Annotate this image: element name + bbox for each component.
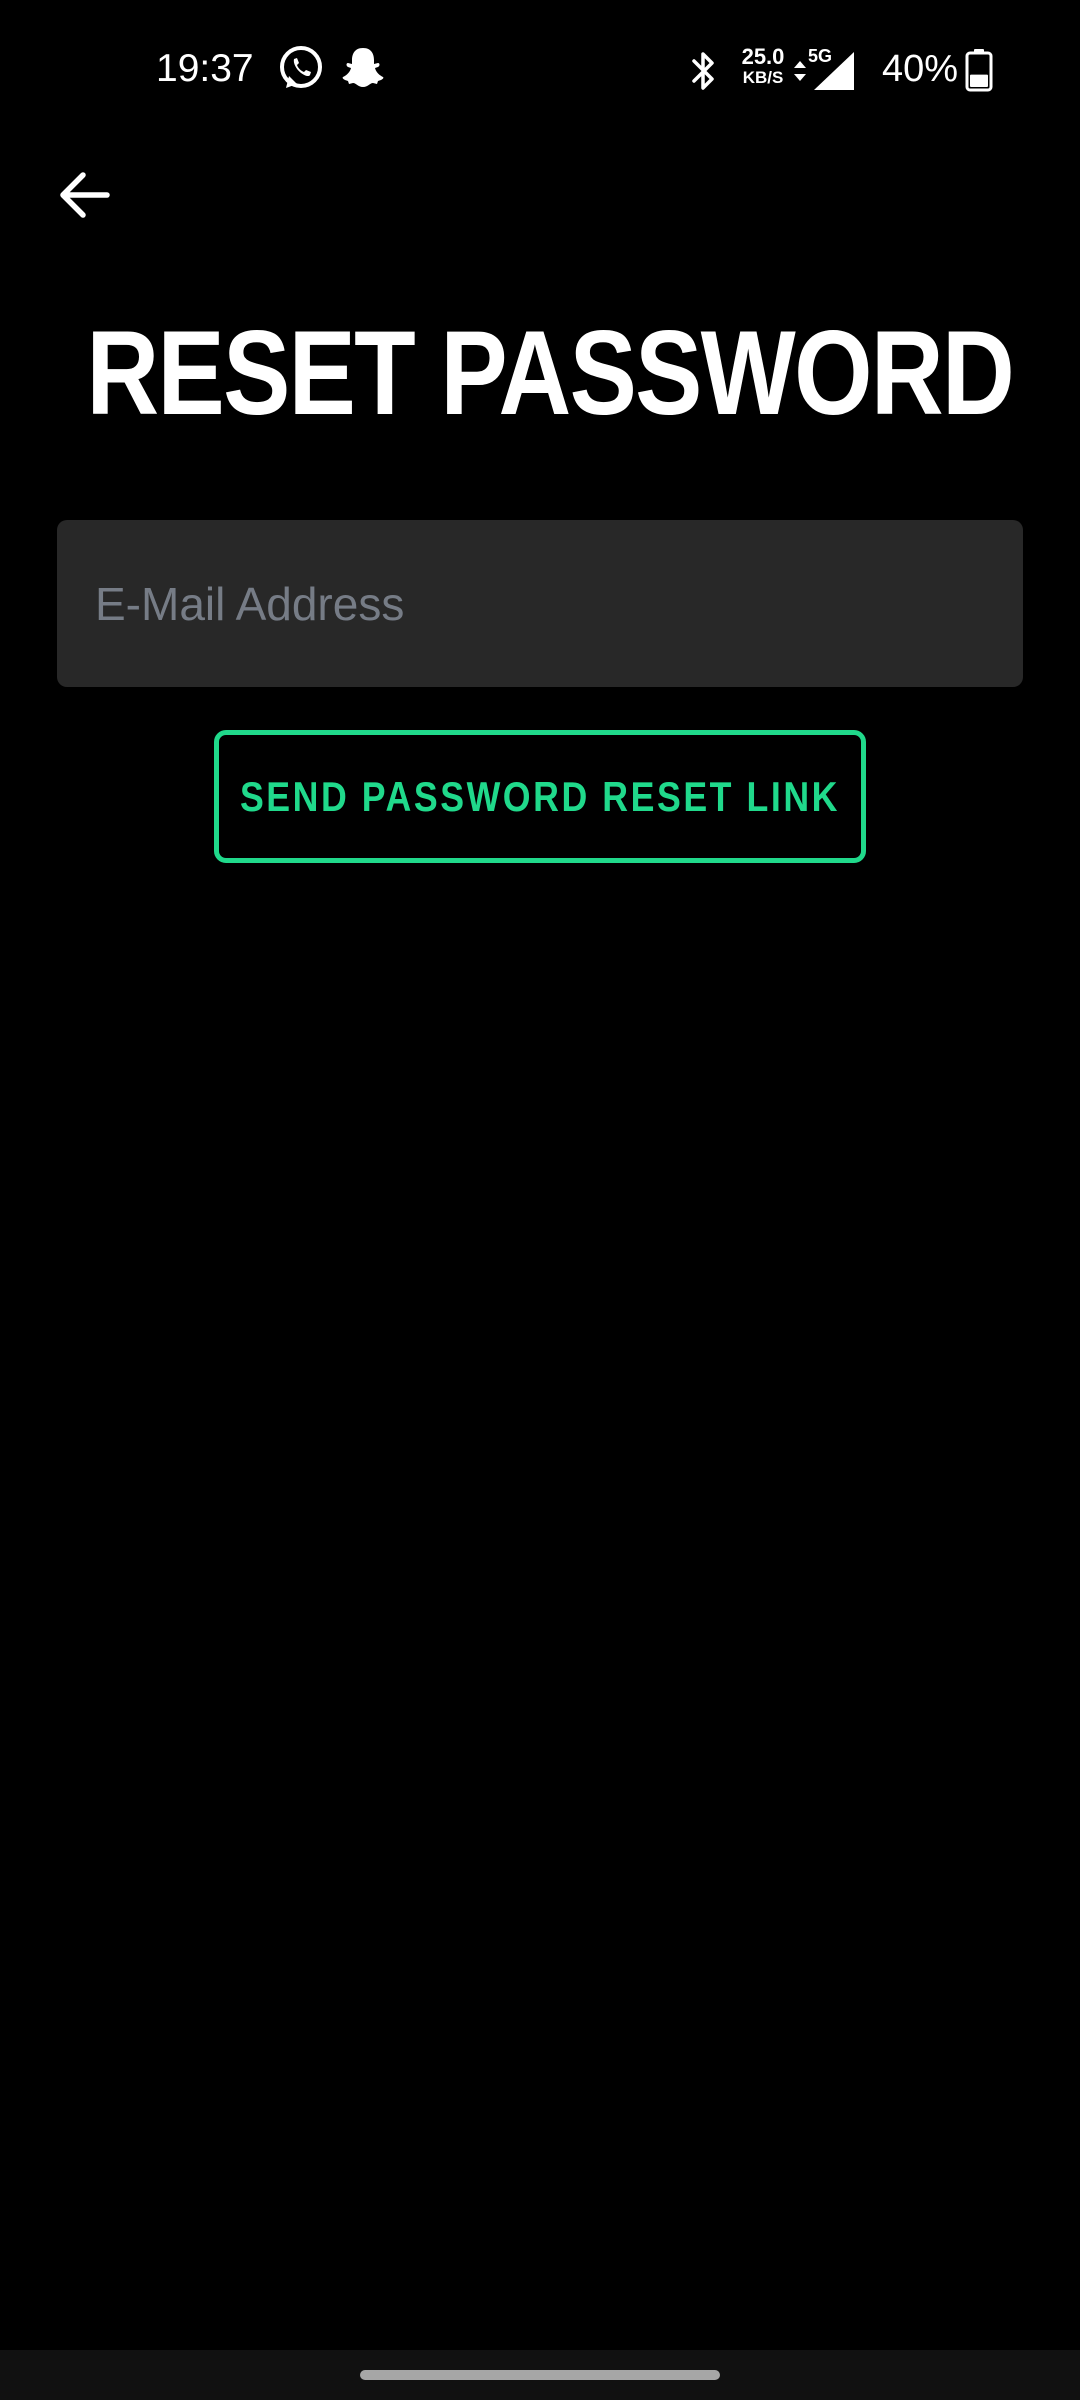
navigation-bar [0,2350,1080,2400]
data-transfer-icon [794,61,806,81]
send-reset-link-label: SEND PASSWORD RESET LINK [239,772,841,820]
network-speed-value: 25.0 [741,44,785,69]
home-indicator[interactable] [360,2370,720,2380]
snapchat-icon [342,48,384,87]
email-field[interactable] [57,520,1023,687]
whatsapp-icon [280,46,322,88]
arrow-left-icon [60,172,110,218]
status-bar: 19:37 25.0 KB/S 5G 40% [0,0,1080,140]
send-reset-link-button[interactable]: SEND PASSWORD RESET LINK [214,730,866,863]
page-title: RESET PASSWORD [86,306,1014,440]
battery-percent: 40% [882,48,959,90]
bluetooth-icon [692,52,714,90]
back-button[interactable] [40,150,130,240]
network-speed: 25.0 KB/S [734,44,792,87]
network-speed-unit: KB/S [742,68,784,87]
signal-icon [814,52,854,90]
battery-icon [965,49,993,92]
status-time: 19:37 [156,47,254,90]
